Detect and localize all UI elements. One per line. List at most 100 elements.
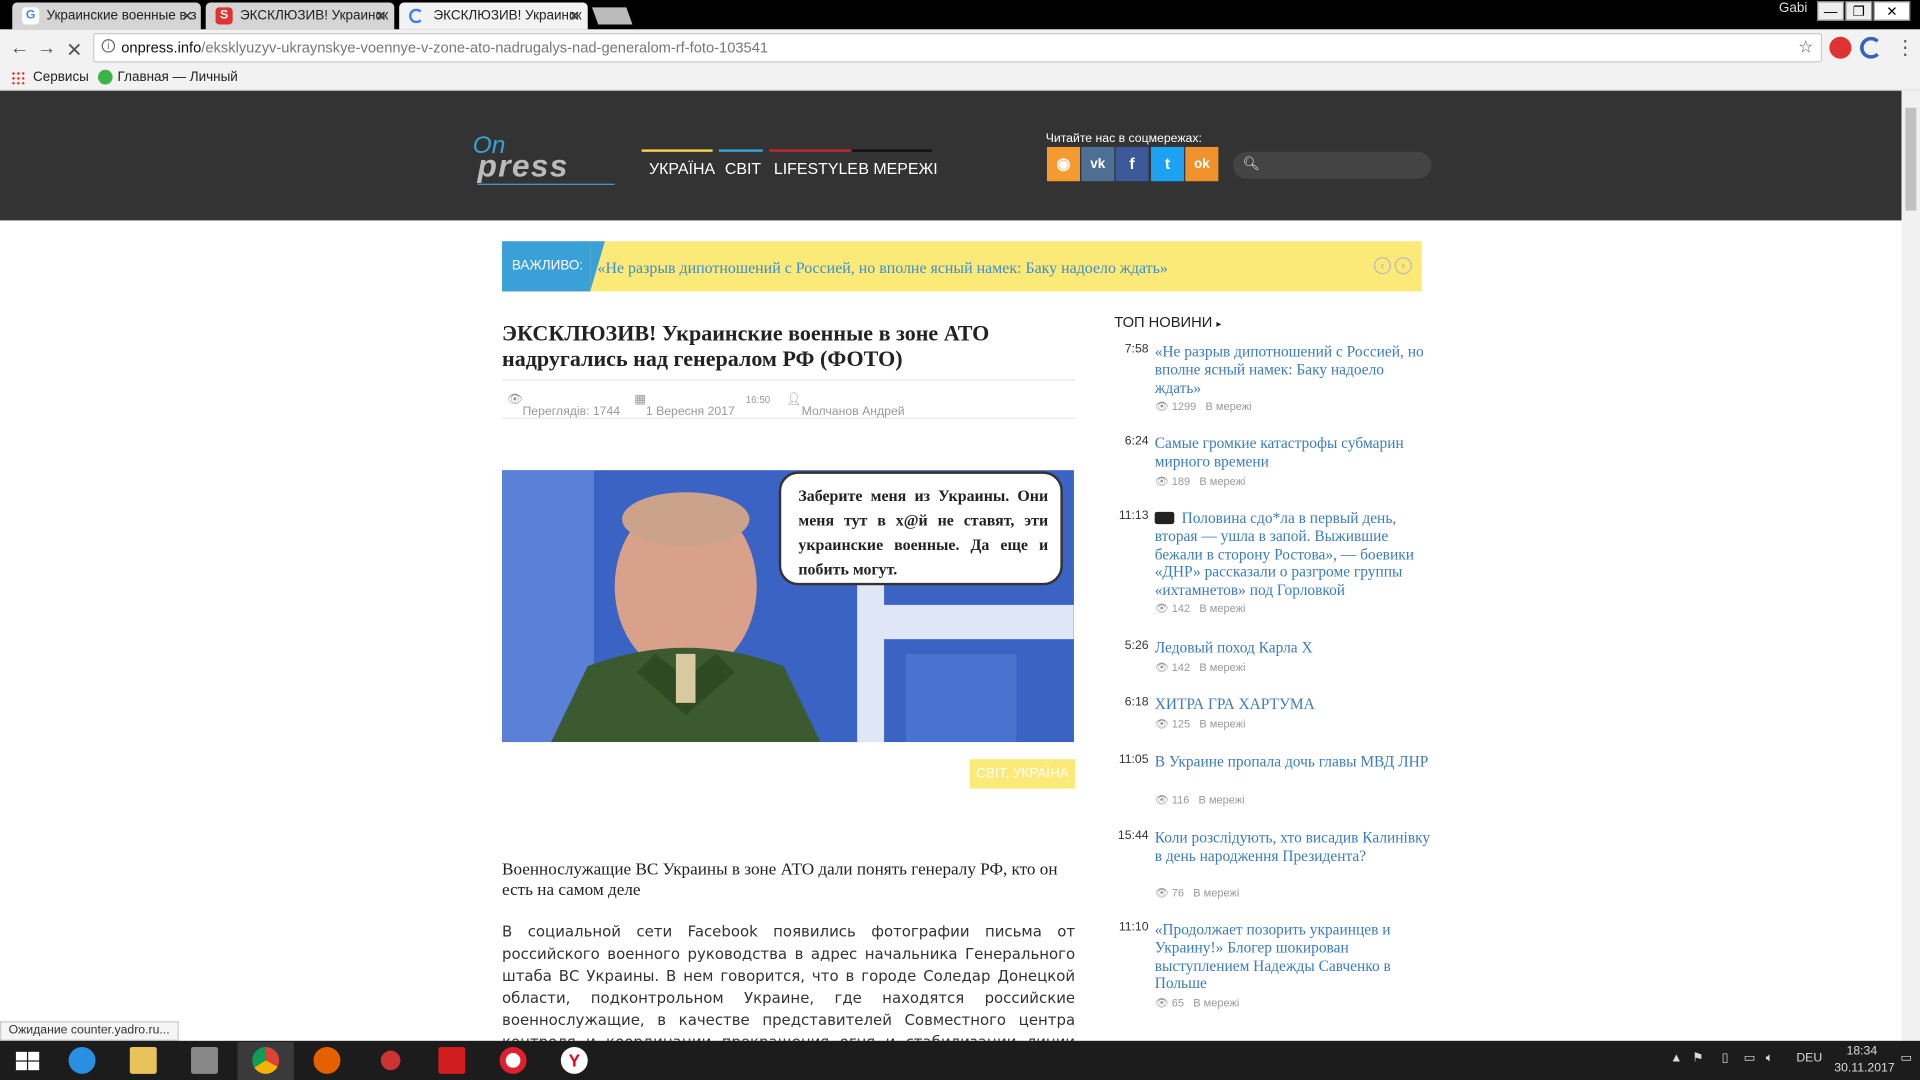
- site-logo[interactable]: On press: [473, 132, 617, 186]
- loading-spinner-icon: [408, 8, 424, 24]
- bookmark-main[interactable]: Главная — Личный: [118, 70, 238, 85]
- tray-battery-icon[interactable]: ▯: [1722, 1052, 1729, 1065]
- top-news-link[interactable]: Половина сдо*ла в первый день, вторая — …: [1154, 509, 1433, 600]
- article-title: ЭКСКЛЮЗИВ! Украинские военные в зоне АТО…: [502, 320, 990, 372]
- start-icon[interactable]: [0, 1042, 56, 1080]
- notifications-icon[interactable]: ▭: [1900, 1052, 1912, 1065]
- url-host: onpress.info: [121, 39, 202, 57]
- speech-bubble: Заберите меня из Украины. Они меня тут в…: [778, 471, 1063, 586]
- google-icon: G: [22, 7, 40, 25]
- ticker-next-icon[interactable]: ›: [1394, 257, 1412, 275]
- taskbar: Y ▲ ⚑ ▯ ▭ 🔈︎ DEU 18:34 30.11.2017 ▭: [0, 1040, 1920, 1080]
- top-news-title: ТОП НОВИНИ ▸: [1114, 313, 1222, 331]
- top-news-link[interactable]: В Украине пропала дочь главы МВД ЛНР: [1155, 753, 1433, 771]
- menu-lifestyle[interactable]: LIFESTYLE: [774, 159, 858, 177]
- menu-ukraine[interactable]: УКРАЇНА: [649, 159, 715, 177]
- browser-tab-1[interactable]: G Украинские военные в з ✕: [12, 2, 201, 30]
- article-lead: Военнослужащие ВС Украины в зоне АТО дал…: [502, 860, 1058, 901]
- top-news-link[interactable]: ХИТРА ГРА ХАРТУМА: [1155, 696, 1433, 714]
- scrollbar-thumb[interactable]: [1905, 107, 1917, 211]
- tray-flag-icon[interactable]: ⚑: [1692, 1052, 1703, 1065]
- important-news-link[interactable]: «Не разрыв дипотношений с Россией, но вп…: [598, 258, 1168, 278]
- tray-volume-icon[interactable]: 🔈︎: [1766, 1052, 1773, 1065]
- top-news-meta: 👁︎ 142 В мережі: [1154, 602, 1246, 615]
- top-news-link[interactable]: «Продолжает позорить украинцев и Украину…: [1155, 921, 1433, 993]
- scanner-icon[interactable]: [176, 1042, 232, 1080]
- url-path: /eksklyuzyv-ukraynskye-voennye-v-zone-at…: [201, 39, 769, 57]
- top-news-link[interactable]: Коли розслідують, хто висадив Калинівку …: [1155, 829, 1433, 865]
- language-indicator[interactable]: DEU: [1796, 1052, 1822, 1065]
- browser-tab-2[interactable]: S ЭКСКЛЮЗИВ! Украинск ✕: [205, 2, 395, 30]
- search-icon[interactable]: 🔍︎: [1243, 156, 1260, 172]
- info-icon[interactable]: i: [101, 39, 116, 53]
- apps-icon[interactable]: [11, 71, 25, 85]
- back-icon[interactable]: ←: [10, 38, 30, 60]
- twitter-icon[interactable]: t: [1151, 146, 1185, 182]
- stop-icon[interactable]: ✕: [66, 38, 82, 62]
- firefox-icon[interactable]: [299, 1042, 355, 1080]
- tab-title: ЭКСКЛЮЗИВ! Украинск: [433, 8, 582, 24]
- ticker-prev-icon[interactable]: ‹: [1373, 257, 1392, 275]
- tab-title: ЭКСКЛЮЗИВ! Украинск: [240, 8, 389, 24]
- article-meta: 👁︎ Переглядів: 1744 ▦ 1 Вересня 2017 16:…: [502, 379, 1076, 419]
- close-tab-icon[interactable]: ✕: [181, 7, 193, 24]
- tray-network-icon[interactable]: ▭: [1744, 1052, 1756, 1065]
- views-count: 👁︎ Переглядів: 1744: [506, 393, 621, 419]
- status-bubble: Ожидание counter.yadro.ru...: [0, 1021, 179, 1041]
- odnoklassniki-icon[interactable]: ok: [1185, 146, 1219, 182]
- top-news-link[interactable]: Самые громкие катастрофы субмарин мирног…: [1155, 435, 1433, 471]
- opera-icon[interactable]: [485, 1042, 541, 1080]
- bookmark-services[interactable]: Сервисы: [33, 70, 89, 85]
- bookmarks-bar: Сервисы Главная — Личный: [0, 66, 1920, 91]
- vk-icon[interactable]: vk: [1081, 146, 1115, 182]
- top-news-meta: 👁︎ 142 В мережі: [1154, 661, 1246, 674]
- restore-icon[interactable]: ❐: [1845, 1, 1873, 21]
- yandex-icon[interactable]: Y: [546, 1042, 602, 1080]
- chrome-icon[interactable]: [237, 1042, 294, 1080]
- bookmark-star-icon[interactable]: ☆: [1798, 37, 1813, 58]
- important-label: ВАЖЛИВО:: [502, 241, 591, 292]
- article-time: 16:50: [745, 394, 771, 406]
- page-scrollbar[interactable]: [1901, 90, 1920, 1041]
- tab-title: Украинские военные в з: [46, 8, 197, 24]
- file-explorer-icon[interactable]: [115, 1042, 171, 1080]
- important-ticker: ВАЖЛИВО: «Не разрыв дипотношений с Росси…: [502, 241, 1422, 292]
- tab-strip: G Украинские военные в з ✕ S ЭКСКЛЮЗИВ! …: [0, 0, 1920, 30]
- profile-name[interactable]: Gabi: [1779, 1, 1807, 16]
- top-news-link[interactable]: Ледовый поход Карла Х: [1155, 639, 1433, 657]
- article-author[interactable]: 👤︎ Молчанов Андрей: [786, 393, 905, 419]
- adblock-icon[interactable]: [1829, 36, 1852, 59]
- site-search: 🔍︎: [1233, 151, 1432, 179]
- web-page: On press УКРАЇНА СВІТ LIFESTYLE В МЕРЕЖІ…: [0, 90, 1902, 1041]
- close-tab-icon[interactable]: ✕: [375, 7, 387, 24]
- browser-toolbar: ← → ✕ i onpress.info/eksklyuzyv-ukraynsk…: [0, 29, 1920, 67]
- menu-dots-icon[interactable]: ⋮: [1896, 36, 1916, 60]
- close-window-icon[interactable]: ✕: [1873, 1, 1911, 21]
- forward-icon[interactable]: →: [37, 38, 57, 60]
- menu-online[interactable]: В МЕРЕЖІ: [858, 159, 937, 177]
- clock-date[interactable]: 30.11.2017: [1834, 1062, 1894, 1075]
- acrobat-icon[interactable]: [424, 1042, 480, 1080]
- top-news-meta: 👁︎ 76 В мережі: [1154, 886, 1240, 899]
- extension-icon[interactable]: [1860, 36, 1883, 59]
- browser-tab-3[interactable]: ЭКСКЛЮЗИВ! Украинск ✕: [399, 2, 588, 30]
- address-bar[interactable]: i onpress.info/eksklyuzyv-ukraynskye-voe…: [93, 33, 1823, 63]
- rss-icon[interactable]: ◉: [1046, 146, 1081, 182]
- close-tab-icon[interactable]: ✕: [568, 7, 580, 24]
- logo-press-text: press: [477, 146, 569, 184]
- new-tab-button[interactable]: [591, 7, 633, 25]
- internet-explorer-icon[interactable]: [54, 1042, 110, 1080]
- site-header: On press УКРАЇНА СВІТ LIFESTYLE В МЕРЕЖІ…: [0, 90, 1902, 221]
- snipping-tool-icon[interactable]: [362, 1042, 418, 1080]
- facebook-icon[interactable]: f: [1115, 146, 1149, 182]
- clock-time[interactable]: 18:34: [1847, 1044, 1878, 1057]
- minimize-icon[interactable]: —: [1817, 1, 1845, 21]
- top-news-meta: 👁︎ 65 В мережі: [1154, 996, 1240, 1009]
- tray-chevron-icon[interactable]: ▲: [1670, 1052, 1682, 1065]
- menu-world[interactable]: СВІТ: [725, 159, 761, 177]
- top-news-link[interactable]: «Не разрыв дипотношений с Россией, но вп…: [1155, 343, 1433, 397]
- category-badge[interactable]: СВІТ, УКРАЇНА: [969, 759, 1076, 789]
- search-input[interactable]: [1262, 155, 1422, 176]
- top-news-meta: 👁︎ 125 В мережі: [1154, 717, 1246, 730]
- video-icon: [1154, 511, 1175, 525]
